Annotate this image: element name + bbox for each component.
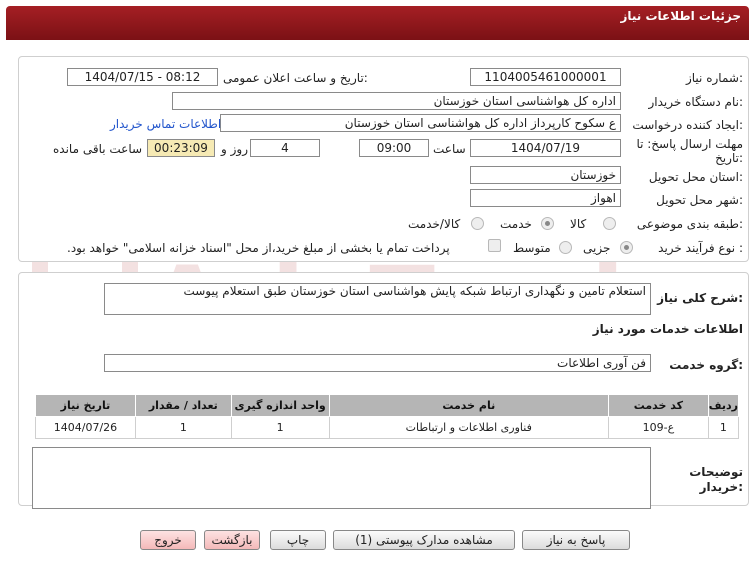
creator-label: ایجاد کننده درخواست: — [632, 118, 743, 132]
cell-service-name: فناوری اطلاعات و ارتباطات — [328, 416, 609, 439]
deadline-time-label: ساعت — [433, 142, 466, 156]
description-label: شرح کلی نیاز: — [657, 291, 743, 305]
buyer-notes-label-2: خریدار: — [699, 480, 743, 494]
category-label: طبقه بندی موضوعی: — [636, 217, 743, 231]
remaining-time-field: 00:23:09 — [147, 139, 215, 157]
days-field: 4 — [250, 139, 320, 157]
city-field: اهواز — [470, 189, 621, 207]
page-title: جزئیات اطلاعات نیاز — [620, 9, 741, 23]
category-radio-goods-service[interactable] — [471, 217, 484, 230]
creator-field: ع سکوح کارپرداز اداره کل هواشناسی استان … — [220, 114, 621, 132]
announce-date-label: تاریخ و ساعت اعلان عمومی: — [223, 71, 368, 85]
category-radio-goods[interactable] — [603, 217, 616, 230]
cell-row-number: 1 — [707, 416, 740, 439]
exit-button[interactable]: خروج — [140, 530, 196, 550]
buyer-notes-textarea[interactable] — [32, 447, 651, 509]
category-option-goods-service: کالا/خدمت — [408, 217, 461, 231]
need-number-field: 1104005461000001 — [470, 68, 621, 86]
need-number-label: شماره نیاز: — [685, 71, 743, 85]
services-table: ردیف کد خدمت نام خدمت واحد اندازه گیری ت… — [35, 394, 740, 439]
col-service-name: نام خدمت — [328, 394, 609, 417]
cell-service-code: ع-109 — [607, 416, 709, 439]
print-button[interactable]: چاپ — [270, 530, 326, 550]
table-row: 1 ع-109 فناوری اطلاعات و ارتباطات 1 1 14… — [35, 416, 740, 439]
deadline-label-date: تاریخ: — [715, 151, 743, 165]
back-button[interactable]: بازگشت — [204, 530, 260, 550]
process-option-medium: متوسط — [513, 241, 551, 255]
category-option-service: خدمت — [500, 217, 532, 231]
services-section-title: اطلاعات خدمات مورد نیاز — [592, 322, 743, 336]
info-panel — [18, 56, 749, 262]
col-quantity: تعداد / مقدار — [134, 394, 232, 417]
reply-button[interactable]: پاسخ به نیاز — [522, 530, 630, 550]
process-radio-medium[interactable] — [559, 241, 572, 254]
cell-need-date: 1404/07/26 — [35, 416, 136, 439]
service-group-field: فن آوری اطلاعات — [104, 354, 651, 372]
table-header-row: ردیف کد خدمت نام خدمت واحد اندازه گیری ت… — [35, 394, 740, 417]
deadline-date-field: 1404/07/19 — [470, 139, 621, 157]
buyer-org-label: نام دستگاه خریدار: — [648, 95, 744, 109]
col-need-date: تاریخ نیاز — [35, 394, 136, 417]
province-label: استان محل تحویل: — [648, 170, 743, 184]
buyer-notes-label: توضیحات — [689, 465, 743, 479]
deadline-label: مهلت ارسال پاسخ: تا — [636, 137, 743, 151]
announce-date-field: 1404/07/15 - 08:12 — [67, 68, 218, 86]
payment-note: پرداخت تمام یا بخشی از مبلغ خرید،از محل … — [67, 241, 450, 255]
buyer-org-field: اداره کل هواشناسی استان خوزستان — [172, 92, 621, 110]
category-radio-service[interactable] — [541, 217, 554, 230]
view-documents-button[interactable]: مشاهده مدارک پیوستی (1) — [333, 530, 515, 550]
category-option-goods: کالا — [570, 217, 587, 231]
service-group-label: گروه خدمت: — [669, 358, 743, 372]
col-unit: واحد اندازه گیری — [230, 394, 330, 417]
deadline-time-field: 09:00 — [359, 139, 429, 157]
days-label: روز و — [221, 142, 248, 156]
process-type-label: نوع فرآیند خرید : — [658, 241, 743, 255]
cell-unit: 1 — [230, 416, 330, 439]
col-service-code: کد خدمت — [607, 394, 709, 417]
process-option-minor: جزیی — [583, 241, 611, 255]
province-field: خوزستان — [470, 166, 621, 184]
cell-quantity: 1 — [134, 416, 232, 439]
process-radio-minor[interactable] — [620, 241, 633, 254]
description-textarea[interactable]: استعلام تامین و نگهداری ارتباط شبکه پایش… — [104, 283, 651, 315]
remaining-time-label: ساعت باقی مانده — [53, 142, 143, 156]
col-row-number: ردیف — [707, 394, 740, 417]
contact-info-link[interactable]: اطلاعات تماس خریدار — [110, 117, 221, 131]
city-label: شهر محل تحویل: — [656, 193, 743, 207]
treasury-checkbox[interactable] — [488, 239, 501, 252]
